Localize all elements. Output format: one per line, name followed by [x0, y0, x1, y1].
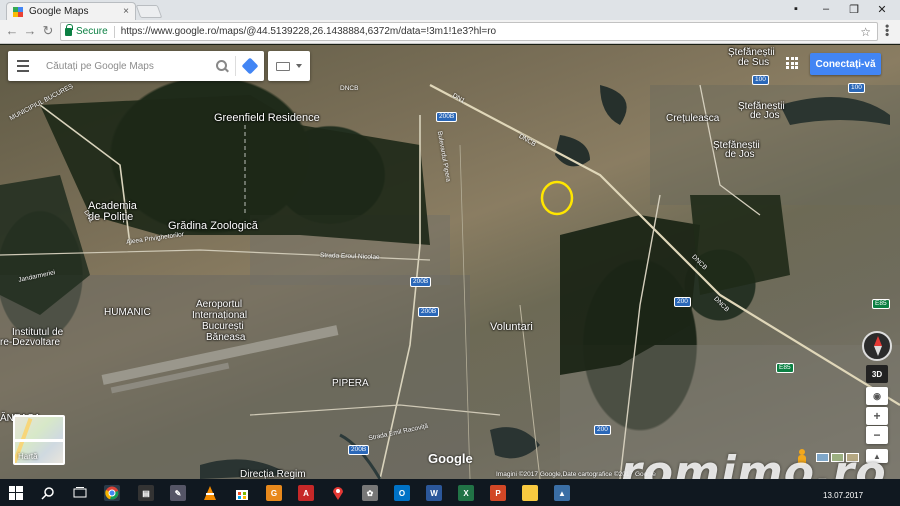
divider [113, 25, 115, 38]
url-text[interactable]: https://www.google.ro/maps/@44.5139228,2… [121, 26, 496, 37]
tools-icon[interactable]: ✎ [170, 485, 186, 501]
place-label: Crețuleasca [666, 113, 720, 124]
search-icon[interactable] [40, 485, 56, 501]
forward-button[interactable]: → [22, 23, 38, 39]
keyboard-icon [276, 61, 290, 71]
place-label: Băneasa [206, 332, 246, 343]
maps-search-box[interactable]: Căutați pe Google Maps [8, 51, 264, 81]
my-location-button[interactable]: ◉ [866, 387, 888, 405]
windows-taskbar: ▤ ✎ G A ✿ O W X P ▲ 13.07.2017 [0, 479, 900, 506]
browser-toolbar: ← → ↻ Secure https://www.google.ro/maps/… [0, 20, 900, 44]
place-label: de Sus [738, 57, 770, 68]
route-shield: 200B [410, 277, 432, 287]
task-view-icon[interactable] [72, 485, 88, 501]
paint-icon[interactable]: ✿ [362, 485, 378, 501]
google-maps-favicon-icon [13, 6, 23, 17]
place-label: de Jos [750, 110, 780, 121]
place-label: Direcția Regim [240, 469, 306, 479]
address-bar[interactable]: Secure https://www.google.ro/maps/@44.51… [60, 22, 878, 41]
screen: Google Maps × ▪ – ❐ ✕ ← → ↻ Secure https… [0, 0, 900, 506]
route-shield: 100 [848, 83, 865, 93]
bookmark-star-icon[interactable]: ☆ [860, 25, 871, 39]
watermark-logo: romimo.ro [620, 447, 887, 479]
place-label: Voluntari [490, 321, 533, 333]
route-shield: 200B [436, 112, 458, 122]
lock-icon [65, 23, 73, 36]
route-shield: E85 [776, 363, 794, 373]
browser-titlebar: Google Maps × ▪ – ❐ ✕ [0, 0, 900, 20]
media-icon[interactable]: ▤ [138, 485, 154, 501]
tab-title: Google Maps [29, 6, 89, 17]
place-label: re-Dezvoltare [0, 337, 61, 348]
search-icon[interactable] [213, 59, 235, 73]
place-label: Aeroportul [196, 299, 243, 310]
reload-button[interactable]: ↻ [40, 23, 56, 39]
browser-menu-icon[interactable]: ••• [880, 24, 894, 37]
system-date[interactable]: 13.07.2017 [823, 491, 863, 500]
store-icon[interactable] [234, 485, 250, 501]
route-shield: 100 [752, 75, 769, 85]
gallery-icon[interactable]: G [266, 485, 282, 501]
directions-icon[interactable] [236, 57, 264, 75]
place-label: de Jos [725, 149, 755, 160]
zoom-in-button[interactable]: + [866, 407, 888, 425]
road-label: DNCB [340, 85, 359, 92]
file-explorer-icon[interactable] [522, 485, 538, 501]
apps-grid-icon[interactable] [786, 57, 798, 69]
word-icon[interactable]: W [426, 485, 442, 501]
route-shield: 200 [594, 425, 611, 435]
satellite-map[interactable]: Ștefăneștii de Sus Ștefăneștii de Jos Șt… [0, 45, 900, 479]
back-button[interactable]: ← [4, 23, 20, 39]
place-label: Internațional [192, 310, 248, 321]
place-label: HUMANIC [104, 307, 151, 318]
photos-icon[interactable]: ▲ [554, 485, 570, 501]
maps-pin-icon[interactable] [330, 485, 346, 501]
tilt-3d-button[interactable]: 3D [866, 365, 888, 383]
new-tab-button[interactable] [135, 5, 163, 18]
powerpoint-icon[interactable]: P [490, 485, 506, 501]
route-shield: 200B [418, 307, 440, 317]
chevron-down-icon [296, 64, 302, 68]
menu-icon[interactable] [8, 60, 38, 72]
place-label: de Poliție [88, 211, 134, 223]
maximize-button[interactable]: ❐ [840, 0, 868, 18]
map-type-toggle[interactable]: Hartă [13, 415, 65, 465]
place-label: București [202, 321, 244, 332]
tab-google-maps[interactable]: Google Maps × [6, 2, 136, 20]
google-logo: Google [428, 451, 473, 466]
excel-icon[interactable]: X [458, 485, 474, 501]
route-shield: E85 [872, 299, 890, 309]
route-shield: 200 [674, 297, 691, 307]
place-label: PIPERA [332, 378, 369, 389]
vlc-icon[interactable] [202, 485, 218, 501]
map-type-label: Hartă [18, 452, 38, 461]
search-input[interactable]: Căutați pe Google Maps [38, 61, 213, 72]
profile-icon[interactable]: ▪ [782, 0, 810, 18]
tab-close-icon[interactable]: × [123, 6, 129, 17]
route-shield: 200B [348, 445, 370, 455]
chrome-icon[interactable] [104, 485, 120, 501]
minimize-button[interactable]: – [812, 0, 840, 18]
place-label: Greenfield Residence [214, 112, 320, 124]
input-tools-button[interactable] [268, 51, 310, 81]
acrobat-icon[interactable]: A [298, 485, 314, 501]
close-window-button[interactable]: ✕ [868, 0, 896, 18]
sign-in-button[interactable]: Conectați-vă [810, 53, 881, 75]
highlight-circle-marker [540, 180, 574, 216]
start-icon[interactable] [8, 485, 24, 501]
zoom-out-button[interactable]: − [866, 426, 888, 444]
compass-icon[interactable] [862, 331, 892, 361]
secure-label: Secure [76, 26, 108, 37]
outlook-icon[interactable]: O [394, 485, 410, 501]
